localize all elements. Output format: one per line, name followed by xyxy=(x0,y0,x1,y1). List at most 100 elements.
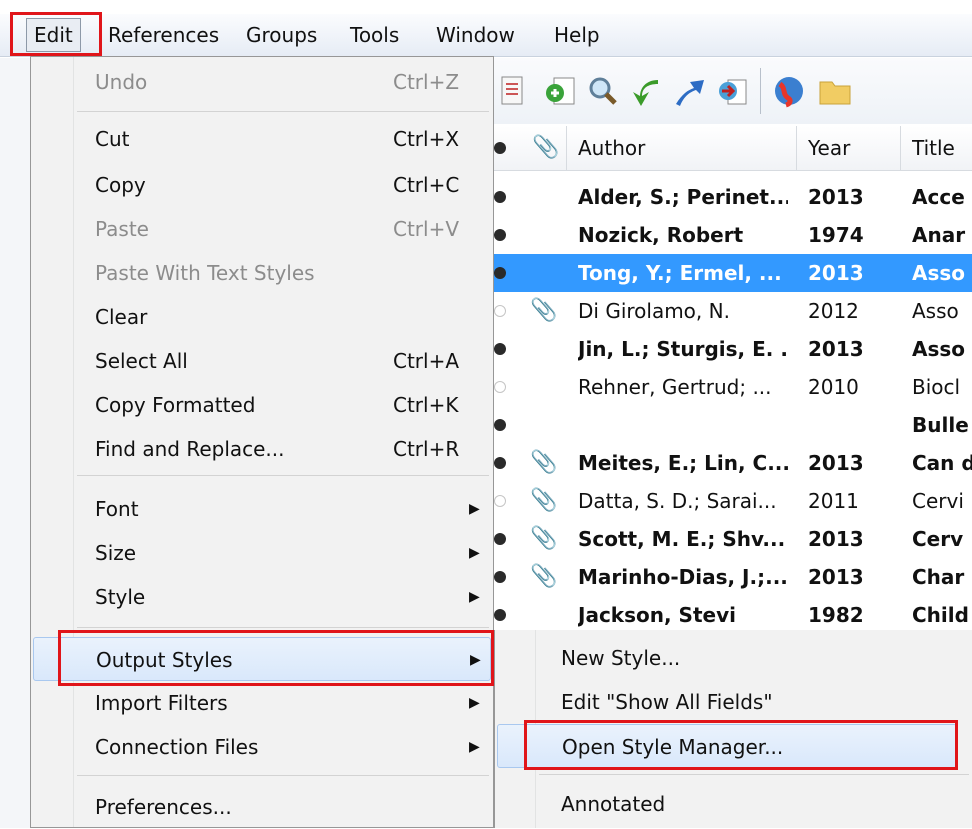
cell-title: Char xyxy=(912,565,965,589)
submenu-item-new-style[interactable]: New Style... xyxy=(497,636,957,680)
toolbar-separator xyxy=(760,68,761,114)
column-header-author[interactable]: Author xyxy=(578,126,788,170)
find-icon[interactable] xyxy=(584,72,622,110)
menu-item-shortcut: Ctrl+V xyxy=(393,217,460,241)
window-left-edge xyxy=(0,58,30,828)
cell-title: Child xyxy=(912,603,969,627)
menu-item-label: Cut xyxy=(95,127,130,151)
cell-title: Biocl xyxy=(912,375,961,399)
menu-window[interactable]: Window xyxy=(428,18,523,52)
cell-author: Tong, Y.; Ermel, ... xyxy=(578,261,782,285)
cell-author: Jin, L.; Sturgis, E. ... xyxy=(578,337,788,361)
table-row[interactable]: 📎 Scott, M. E.; Shv... 2013 Cerv xyxy=(494,520,972,558)
submenu-arrow-icon: ▶ xyxy=(469,739,480,755)
menu-item-copy-formatted[interactable]: Copy Formatted Ctrl+K xyxy=(33,383,491,427)
menu-item-preferences[interactable]: Preferences... xyxy=(33,785,491,829)
attachment-icon: 📎 xyxy=(530,298,558,323)
cell-year: 2012 xyxy=(808,299,859,323)
cell-author: Alder, S.; Perinet... xyxy=(578,185,788,209)
submenu-item-label: Edit "Show All Fields" xyxy=(561,690,773,714)
back-arrow-icon[interactable] xyxy=(626,72,664,110)
cell-year: 2013 xyxy=(808,261,864,285)
menu-references[interactable]: References xyxy=(100,18,227,52)
table-row[interactable]: 📎 Datta, S. D.; Sarai... 2011 Cervi xyxy=(494,482,972,520)
column-header-year[interactable]: Year xyxy=(808,126,888,170)
attachment-icon: 📎 xyxy=(530,488,558,513)
cell-year: 2013 xyxy=(808,451,864,475)
cell-author xyxy=(578,406,788,444)
attachment-column-icon[interactable]: 📎 xyxy=(532,126,558,170)
cell-author: Marinho-Dias, J.;... xyxy=(578,565,788,589)
submenu-arrow-icon: ▶ xyxy=(469,501,480,517)
cell-title: Acce xyxy=(912,185,965,209)
menu-item-paste[interactable]: Paste Ctrl+V xyxy=(33,207,491,251)
menu-item-label: Clear xyxy=(95,305,148,329)
submenu-item-label: Annotated xyxy=(561,792,666,816)
table-row[interactable]: 📎 Marinho-Dias, J.;... 2013 Char xyxy=(494,558,972,596)
submenu-arrow-icon: ▶ xyxy=(469,545,480,561)
menu-item-undo[interactable]: Undo Ctrl+Z xyxy=(33,60,491,104)
column-header-title[interactable]: Title xyxy=(912,126,972,170)
cell-author: Scott, M. E.; Shv... xyxy=(578,527,786,551)
table-row[interactable]: Alder, S.; Perinet... 2013 Acce xyxy=(494,178,972,216)
menu-item-label: Font xyxy=(95,497,139,521)
menu-item-import-filters[interactable]: Import Filters ▶ xyxy=(33,681,491,725)
cell-year xyxy=(808,406,888,444)
table-row[interactable]: Jin, L.; Sturgis, E. ... 2013 Asso xyxy=(494,330,972,368)
unread-indicator-icon xyxy=(494,457,506,469)
menu-item-shortcut: Ctrl+K xyxy=(393,393,459,417)
insert-citation-icon[interactable] xyxy=(542,72,580,110)
menu-item-label: Undo xyxy=(95,70,148,94)
menu-help[interactable]: Help xyxy=(546,18,608,52)
submenu-item-label: New Style... xyxy=(561,646,681,670)
column-divider xyxy=(566,126,567,170)
table-row[interactable]: Jackson, Stevi 1982 Child xyxy=(494,596,972,634)
submenu-item-annotated[interactable]: Annotated xyxy=(497,782,957,826)
cell-year: 2010 xyxy=(808,375,859,399)
table-row[interactable]: Rehner, Gertrud; ... 2010 Biocl xyxy=(494,368,972,406)
unread-indicator-icon xyxy=(494,191,506,203)
unread-indicator-icon xyxy=(494,419,506,431)
menu-item-copy[interactable]: Copy Ctrl+C xyxy=(33,163,491,207)
menu-item-select-all[interactable]: Select All Ctrl+A xyxy=(33,339,491,383)
menu-item-font[interactable]: Font ▶ xyxy=(33,487,491,531)
menu-separator xyxy=(77,475,489,476)
cell-title: Anar xyxy=(912,223,966,247)
globe-icon[interactable] xyxy=(770,72,808,110)
menu-item-cut[interactable]: Cut Ctrl+X xyxy=(33,117,491,161)
unread-indicator-icon xyxy=(494,229,506,241)
submenu-arrow-icon: ▶ xyxy=(469,589,480,605)
menu-separator xyxy=(77,775,489,776)
menu-item-clear[interactable]: Clear xyxy=(33,295,491,339)
unread-indicator-icon xyxy=(494,533,506,545)
menu-item-paste-with-text-styles[interactable]: Paste With Text Styles xyxy=(33,251,491,295)
export-icon[interactable] xyxy=(714,72,752,110)
table-row[interactable]: Nozick, Robert 1974 Anar xyxy=(494,216,972,254)
folder-icon[interactable] xyxy=(816,72,854,110)
menu-item-style[interactable]: Style ▶ xyxy=(33,575,491,619)
menu-tools[interactable]: Tools xyxy=(342,18,407,52)
submenu-item-edit-show-all-fields[interactable]: Edit "Show All Fields" xyxy=(497,680,957,724)
menu-item-shortcut: Ctrl+Z xyxy=(393,70,460,94)
table-row[interactable]: Tong, Y.; Ermel, ... 2013 Asso xyxy=(494,254,972,292)
cell-title: Cerv xyxy=(912,527,964,551)
menu-groups[interactable]: Groups xyxy=(238,18,325,52)
table-row[interactable]: 📎 Di Girolamo, N. 2012 Asso xyxy=(494,292,972,330)
menu-item-size[interactable]: Size ▶ xyxy=(33,531,491,575)
annotation-output-styles xyxy=(58,630,494,686)
menubar: Edit References Groups Tools Window Help xyxy=(0,14,972,57)
menu-item-connection-files[interactable]: Connection Files ▶ xyxy=(33,725,491,769)
cell-title: Asso xyxy=(912,337,966,361)
upload-icon[interactable] xyxy=(670,72,708,110)
menu-item-label: Copy Formatted xyxy=(95,393,256,417)
cell-year: 2013 xyxy=(808,565,864,589)
new-reference-icon[interactable] xyxy=(494,72,532,110)
table-row[interactable]: 📎 Meites, E.; Lin, C.... 2013 Can d xyxy=(494,444,972,482)
cell-title: Asso xyxy=(912,299,959,323)
toolbar xyxy=(494,58,972,124)
column-divider xyxy=(796,126,797,170)
menu-item-label: Find and Replace... xyxy=(95,437,285,461)
menu-item-find-and-replace[interactable]: Find and Replace... Ctrl+R xyxy=(33,427,491,471)
table-row[interactable]: Bulle xyxy=(494,406,972,444)
submenu-separator xyxy=(539,774,969,775)
